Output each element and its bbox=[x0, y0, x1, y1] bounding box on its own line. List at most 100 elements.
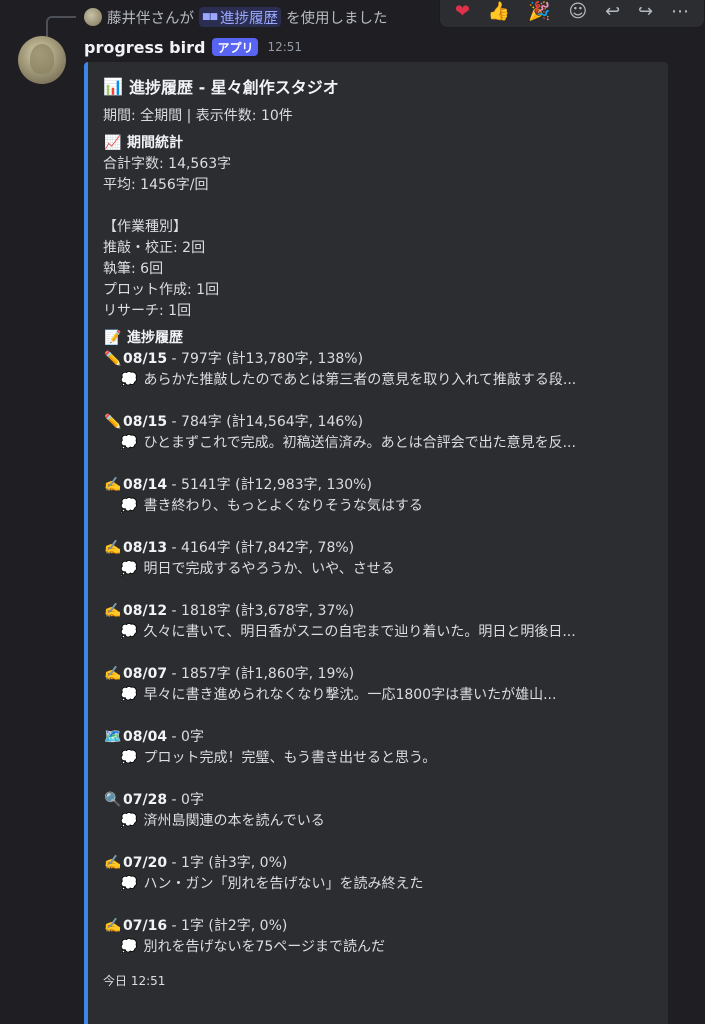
entry-detail: - 0字 bbox=[167, 792, 204, 808]
entry-detail: - 1818字 (計3,678字, 37%) bbox=[167, 603, 355, 619]
reply-icon[interactable]: ↩ bbox=[605, 1, 620, 22]
entry-note-text: あらかた推敲したのであとは第三者の意見を取り入れて推敲する段... bbox=[143, 372, 577, 388]
category-item: リサーチ: 1回 bbox=[103, 303, 192, 319]
entry-header: ✍️08/14 - 5141字 (計12,983字, 130%) bbox=[103, 475, 654, 496]
reply-context[interactable]: 藤井伴さんが ■■ 進捗履歴 を使用しました bbox=[84, 6, 388, 28]
history-entry: ✍️08/07 - 1857字 (計1,860字, 19%) 💭 早々に書き進めら… bbox=[103, 664, 654, 706]
entry-type-icon: ✍️ bbox=[104, 477, 122, 493]
entry-type-icon: ✏️ bbox=[104, 351, 122, 367]
entry-note-text: プロット完成！完璧、もう書き出せると思う。 bbox=[143, 750, 437, 766]
history-entry: 🗺️08/04 - 0字 💭 プロット完成！完璧、もう書き出せると思う。 bbox=[103, 727, 654, 769]
app-badge: アプリ bbox=[212, 38, 259, 56]
entry-note-text: 書き終わり、もっとよくなりそうな気はする bbox=[143, 498, 423, 514]
entry-date: 07/20 bbox=[123, 855, 168, 871]
command-mention[interactable]: ■■ 進捗履歴 bbox=[199, 7, 282, 27]
chart-increasing-icon: 📈 bbox=[104, 135, 122, 151]
entry-detail: - 784字 (計14,564字, 146%) bbox=[167, 414, 364, 430]
party-popper-reaction-icon[interactable]: 🎉 bbox=[528, 1, 550, 22]
entry-detail: - 797字 (計13,780字, 138%) bbox=[167, 351, 364, 367]
entry-header: ✏️08/15 - 784字 (計14,564字, 146%) bbox=[103, 412, 654, 433]
slash-command-icon: ■■ bbox=[202, 12, 218, 22]
entry-detail: - 1字 (計2字, 0%) bbox=[167, 918, 288, 934]
entry-date: 08/12 bbox=[123, 603, 168, 619]
bar-chart-icon: 📊 bbox=[103, 76, 123, 96]
stats-title-text: 期間統計 bbox=[127, 135, 183, 151]
category-item: 推敲・校正: 2回 bbox=[103, 240, 206, 256]
entry-type-icon: 🗺️ bbox=[104, 729, 122, 745]
category-item: 執筆: 6回 bbox=[103, 261, 164, 277]
entry-note-text: 明日で完成するやろうか、いや、させる bbox=[143, 561, 395, 577]
history-entry: 🔍07/28 - 0字 💭 済州島関連の本を読んでいる bbox=[103, 790, 654, 832]
entry-note: 💭 早々に書き進められなくなり撃沈。一応1800字は書いたが雄山... bbox=[103, 685, 648, 706]
thought-balloon-icon: 💭 bbox=[120, 561, 138, 577]
thought-balloon-icon: 💭 bbox=[120, 876, 138, 892]
embed-description: 期間: 全期間 | 表示件数: 10件 bbox=[103, 108, 293, 124]
entry-date: 08/15 bbox=[123, 351, 168, 367]
thought-balloon-icon: 💭 bbox=[120, 372, 138, 388]
history-entry: ✏️08/15 - 797字 (計13,780字, 138%) 💭 あらかた推敲し… bbox=[103, 349, 654, 391]
thought-balloon-icon: 💭 bbox=[120, 750, 138, 766]
reply-connector bbox=[46, 16, 76, 38]
entry-date: 08/13 bbox=[123, 540, 168, 556]
entry-date: 08/04 bbox=[123, 729, 168, 745]
entry-detail: - 0字 bbox=[167, 729, 204, 745]
entry-note-text: 久々に書いて、明日香がスニの自宅まで辿り着いた。明日と明後日... bbox=[143, 624, 576, 640]
stats-field-title: 📈 期間統計 bbox=[103, 133, 654, 154]
entry-note-text: 早々に書き進められなくなり撃沈。一応1800字は書いたが雄山... bbox=[143, 687, 557, 703]
entry-date: 08/15 bbox=[123, 414, 168, 430]
progress-embed: 📊 進捗履歴 - 星々創作スタジオ 期間: 全期間 | 表示件数: 10件 📈 … bbox=[84, 62, 668, 1024]
entry-detail: - 5141字 (計12,983字, 130%) bbox=[167, 477, 372, 493]
entry-detail: - 4164字 (計7,842字, 78%) bbox=[167, 540, 355, 556]
embed-title-text: 進捗履歴 - 星々創作スタジオ bbox=[129, 78, 339, 97]
entry-type-icon: 🔍 bbox=[104, 792, 122, 808]
entry-note-text: ハン・ガン「別れを告げない」を読み終えた bbox=[143, 876, 424, 892]
category-item: プロット作成: 1回 bbox=[103, 282, 220, 298]
entry-note: 💭 あらかた推敲したのであとは第三者の意見を取り入れて推敲する段... bbox=[103, 370, 648, 391]
entry-note: 💭 書き終わり、もっとよくなりそうな気はする bbox=[103, 496, 648, 517]
add-reaction-icon[interactable]: ☺ bbox=[568, 1, 587, 22]
entry-type-icon: ✍️ bbox=[104, 666, 122, 682]
memo-icon: 📝 bbox=[104, 330, 122, 346]
entry-note-text: 済州島関連の本を読んでいる bbox=[143, 813, 325, 829]
replied-user-avatar[interactable] bbox=[84, 8, 102, 26]
thought-balloon-icon: 💭 bbox=[120, 687, 138, 703]
thought-balloon-icon: 💭 bbox=[120, 498, 138, 514]
thumbs-up-reaction-icon[interactable]: 👍 bbox=[488, 1, 510, 22]
heart-reaction-icon[interactable]: ❤ bbox=[455, 1, 470, 22]
embed-title: 📊 進捗履歴 - 星々創作スタジオ bbox=[103, 74, 654, 98]
entry-type-icon: ✍️ bbox=[104, 855, 122, 871]
entry-note: 💭 久々に書いて、明日香がスニの自宅まで辿り着いた。明日と明後日... bbox=[103, 622, 648, 643]
forward-icon[interactable]: ↪ bbox=[638, 1, 653, 22]
reply-suffix: を使用しました bbox=[286, 10, 388, 27]
history-entry: ✍️08/13 - 4164字 (計7,842字, 78%) 💭 明日で完成するや… bbox=[103, 538, 654, 580]
entry-date: 08/14 bbox=[123, 477, 168, 493]
history-entry: ✍️08/12 - 1818字 (計3,678字, 37%) 💭 久々に書いて、明… bbox=[103, 601, 654, 643]
message-action-bar: ❤ 👍 🎉 ☺ ↩ ↪ ⋯ bbox=[439, 0, 705, 28]
more-options-icon[interactable]: ⋯ bbox=[671, 1, 689, 22]
entry-header: ✏️08/15 - 797字 (計13,780字, 138%) bbox=[103, 349, 654, 370]
entry-note: 💭 プロット完成！完璧、もう書き出せると思う。 bbox=[103, 748, 648, 769]
thought-balloon-icon: 💭 bbox=[120, 813, 138, 829]
entry-type-icon: ✍️ bbox=[104, 603, 122, 619]
entry-date: 07/16 bbox=[123, 918, 168, 934]
entry-detail: - 1857字 (計1,860字, 19%) bbox=[167, 666, 355, 682]
entry-type-icon: ✍️ bbox=[104, 918, 122, 934]
history-list: ✏️08/15 - 797字 (計13,780字, 138%) 💭 あらかた推敲し… bbox=[103, 349, 654, 958]
message-timestamp[interactable]: 12:51 bbox=[267, 40, 302, 54]
entry-header: ✍️07/20 - 1字 (計3字, 0%) bbox=[103, 853, 654, 874]
entry-header: ✍️07/16 - 1字 (計2字, 0%) bbox=[103, 916, 654, 937]
history-title-text: 進捗履歴 bbox=[127, 330, 183, 346]
entry-note-text: 別れを告げないを75ページまで読んだ bbox=[143, 939, 385, 955]
history-entry: ✏️08/15 - 784字 (計14,564字, 146%) 💭 ひとまずこれで… bbox=[103, 412, 654, 454]
message-header: progress bird アプリ 12:51 bbox=[84, 35, 302, 59]
entry-note-text: ひとまずこれで完成。初稿送信済み。あとは合評会で出た意見を反... bbox=[143, 435, 576, 451]
thought-balloon-icon: 💭 bbox=[120, 939, 138, 955]
bot-username[interactable]: progress bird bbox=[84, 38, 205, 57]
entry-header: ✍️08/12 - 1818字 (計3,678字, 37%) bbox=[103, 601, 654, 622]
history-field-title: 📝 進捗履歴 bbox=[103, 328, 654, 349]
entry-detail: - 1字 (計3字, 0%) bbox=[167, 855, 288, 871]
bot-avatar[interactable] bbox=[18, 36, 66, 84]
entry-note: 💭 別れを告げないを75ページまで読んだ bbox=[103, 937, 648, 958]
replied-user-name[interactable]: 藤井伴さんが bbox=[107, 7, 194, 28]
